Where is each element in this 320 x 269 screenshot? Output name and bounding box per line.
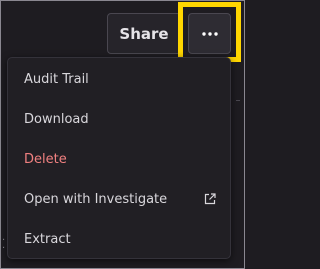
menu-item-label: Open with Investigate: [24, 191, 168, 207]
divider: [236, 100, 240, 101]
more-options-button[interactable]: [188, 13, 231, 54]
edge-dots: · ·: [2, 235, 6, 254]
menu-item-extract[interactable]: Extract: [8, 219, 230, 259]
menu-item-label: Delete: [24, 151, 67, 167]
actions-menu: Audit Trail Download Delete Open with In…: [7, 57, 231, 259]
share-button[interactable]: Share: [107, 13, 181, 54]
menu-item-label: Download: [24, 111, 89, 127]
menu-item-open-with-investigate[interactable]: Open with Investigate: [8, 179, 230, 219]
more-horizontal-icon: [201, 31, 218, 36]
menu-item-delete[interactable]: Delete: [8, 139, 230, 179]
menu-item-audit-trail[interactable]: Audit Trail: [8, 59, 230, 99]
menu-item-download[interactable]: Download: [8, 99, 230, 139]
menu-item-label: Extract: [24, 231, 71, 247]
external-link-icon: [204, 193, 216, 205]
menu-item-label: Audit Trail: [24, 71, 89, 87]
